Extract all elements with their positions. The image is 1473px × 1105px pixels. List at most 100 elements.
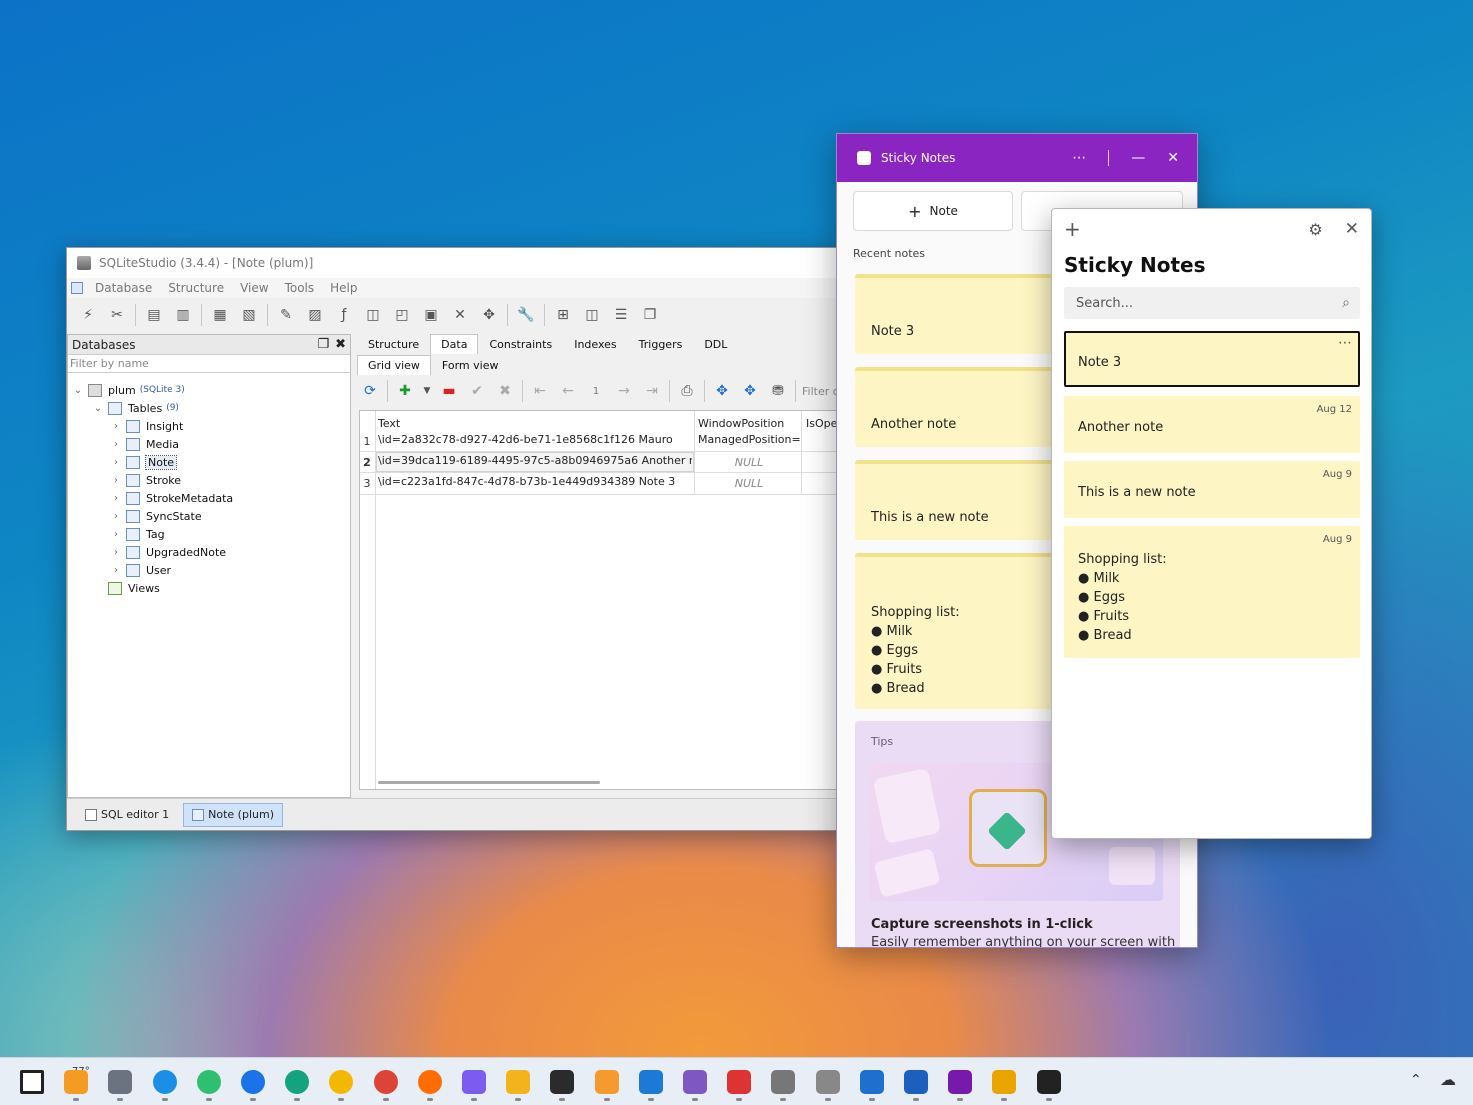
chevron-up-icon[interactable]: ⌃	[1410, 1072, 1422, 1088]
note-card[interactable]: Aug 9 Shopping list: ● Milk ● Eggs ● Fru…	[1064, 526, 1360, 658]
functions-icon[interactable]: ƒ	[333, 304, 355, 326]
first-page-icon[interactable]: ⇤	[529, 380, 551, 402]
menu-database[interactable]: Database	[87, 281, 160, 295]
search-input[interactable]: Search... ⌕	[1064, 287, 1360, 319]
cell-text[interactable]: \id=2a832c78-d927-42d6-be71-1e8568c1f126…	[378, 433, 692, 446]
settings-gear-icon[interactable]: ⚙	[1308, 220, 1322, 239]
notepad-icon[interactable]	[638, 1070, 663, 1094]
minimize-icon[interactable]: —	[1131, 150, 1145, 166]
cascade-icon[interactable]: ❐	[639, 304, 661, 326]
tree-table-user[interactable]: › User	[110, 561, 171, 579]
collapse-icon[interactable]: ⌄	[72, 385, 84, 396]
dev-home-preview-icon[interactable]	[683, 1070, 707, 1094]
tree-table-note[interactable]: › Note	[110, 453, 178, 471]
add-row-icon[interactable]: ✚	[394, 380, 416, 402]
import-data-icon[interactable]: ✥	[739, 380, 761, 402]
note-card[interactable]: Aug 9 This is a new note	[1064, 461, 1360, 518]
start-icon[interactable]	[20, 1070, 44, 1094]
tab-data[interactable]: Data	[430, 334, 479, 354]
edge-canary-icon[interactable]	[196, 1070, 221, 1094]
expand-icon[interactable]: ›	[110, 511, 122, 522]
notepad2-icon[interactable]	[859, 1070, 884, 1094]
sqlitestudio-icon[interactable]	[815, 1070, 840, 1094]
dropdown-arrow-icon[interactable]: ▼	[422, 380, 432, 402]
close-panel-icon[interactable]: ✖	[335, 337, 346, 352]
tab-ddl[interactable]: DDL	[693, 334, 738, 354]
next-page-icon[interactable]: →	[613, 380, 635, 402]
sticky-notes-icon[interactable]	[1036, 1070, 1061, 1094]
edge-beta-icon[interactable]	[241, 1070, 265, 1094]
copilot-icon[interactable]	[462, 1070, 486, 1094]
last-page-icon[interactable]: ⇥	[641, 380, 663, 402]
firefox-icon[interactable]	[417, 1070, 442, 1094]
tab-sql-editor[interactable]: SQL editor 1	[77, 803, 177, 827]
file-explorer-icon[interactable]	[506, 1070, 531, 1094]
add-database-icon[interactable]: ▤	[143, 304, 165, 326]
new-table-icon[interactable]: ▦	[209, 304, 231, 326]
tree-views[interactable]: Views	[108, 579, 160, 597]
note-card[interactable]: Aug 12 Another note	[1064, 396, 1360, 453]
cell-windowposition[interactable]: ManagedPosition=	[698, 433, 800, 446]
expand-icon[interactable]: ›	[110, 475, 122, 486]
horizontal-scrollbar[interactable]	[378, 781, 600, 784]
refresh-icon[interactable]: ⟳	[359, 380, 381, 402]
tile-icon[interactable]: ⊞	[552, 304, 574, 326]
sql-editor-icon[interactable]: ✎	[275, 304, 297, 326]
collations-icon[interactable]: ◫	[362, 304, 384, 326]
expand-icon[interactable]: ›	[110, 493, 122, 504]
export-data-icon[interactable]: ✥	[711, 380, 733, 402]
cell-text[interactable]: \id=39dca119-6189-4495-97c5-a8b0946975a6…	[378, 454, 692, 467]
cell-text[interactable]: \id=c223a1fd-847c-4d78-b73b-1e449d934389…	[378, 475, 692, 488]
dev-preview-icon[interactable]	[992, 1070, 1017, 1094]
export-icon[interactable]: ▣	[420, 304, 442, 326]
expand-icon[interactable]: ›	[110, 565, 122, 576]
settings-icon[interactable]	[108, 1070, 133, 1094]
menu-structure[interactable]: Structure	[160, 281, 232, 295]
tree-table-syncstate[interactable]: › SyncState	[110, 507, 202, 525]
tree-table-insight[interactable]: › Insight	[110, 417, 183, 435]
connect-icon[interactable]: ⚡	[77, 304, 99, 326]
expand-icon[interactable]: ›	[110, 439, 122, 450]
prev-page-icon[interactable]: ←	[557, 380, 579, 402]
note-card-selected[interactable]: ⋯ Note 3	[1064, 331, 1360, 387]
config-wrench-icon[interactable]: 🔧	[515, 304, 537, 326]
tree-table-tag[interactable]: › Tag	[110, 525, 165, 543]
edge-icon[interactable]	[152, 1070, 177, 1094]
disconnect-icon[interactable]: ✂	[106, 304, 128, 326]
populate-data-icon[interactable]: ⛃	[767, 380, 789, 402]
menu-tools[interactable]: Tools	[277, 281, 323, 295]
page-number[interactable]: 1	[585, 380, 607, 402]
column-header-windowposition[interactable]: WindowPosition	[698, 417, 784, 430]
chrome-icon[interactable]	[373, 1070, 398, 1094]
paint-icon[interactable]	[594, 1070, 619, 1094]
expand-icon[interactable]: ›	[110, 529, 122, 540]
weather-icon[interactable]	[64, 1070, 89, 1094]
tile-vertical-icon[interactable]: ◫	[581, 304, 603, 326]
populate-icon[interactable]: ✥	[478, 304, 500, 326]
more-options-icon[interactable]: ⋯	[1072, 150, 1086, 166]
print-icon[interactable]: ⎙	[676, 380, 698, 402]
filter-by-name-input[interactable]: Filter by name	[68, 355, 350, 373]
delete-row-icon[interactable]: ▬	[438, 380, 460, 402]
edge-dev-icon[interactable]	[285, 1070, 310, 1094]
tree-table-upgradednote[interactable]: › UpgradedNote	[110, 543, 226, 561]
onedrive-cloud-icon[interactable]: ☁	[1440, 1070, 1456, 1089]
float-panel-icon[interactable]: ❐	[317, 337, 329, 352]
note-more-options-icon[interactable]: ⋯	[1338, 335, 1352, 351]
cell-windowposition-null[interactable]: NULL	[698, 456, 800, 469]
tab-indexes[interactable]: Indexes	[563, 334, 627, 354]
tab-note-plum[interactable]: Note (plum)	[183, 802, 283, 827]
edit-database-icon[interactable]: ▥	[172, 304, 194, 326]
tab-constraints[interactable]: Constraints	[478, 334, 563, 354]
new-note-button[interactable]: + Note	[853, 191, 1013, 231]
app-installer-icon[interactable]	[771, 1070, 796, 1094]
menu-help[interactable]: Help	[322, 281, 365, 295]
close-icon[interactable]: ✕	[1167, 150, 1179, 166]
search-icon[interactable]: ⌕	[1342, 295, 1350, 311]
chrome-canary-icon[interactable]	[329, 1070, 354, 1094]
tile-horizontal-icon[interactable]: ☰	[610, 304, 632, 326]
store-icon[interactable]	[904, 1070, 928, 1094]
extensions-icon[interactable]: ◰	[391, 304, 413, 326]
expand-icon[interactable]: ›	[110, 421, 122, 432]
close-icon[interactable]: ✕	[1345, 219, 1359, 239]
